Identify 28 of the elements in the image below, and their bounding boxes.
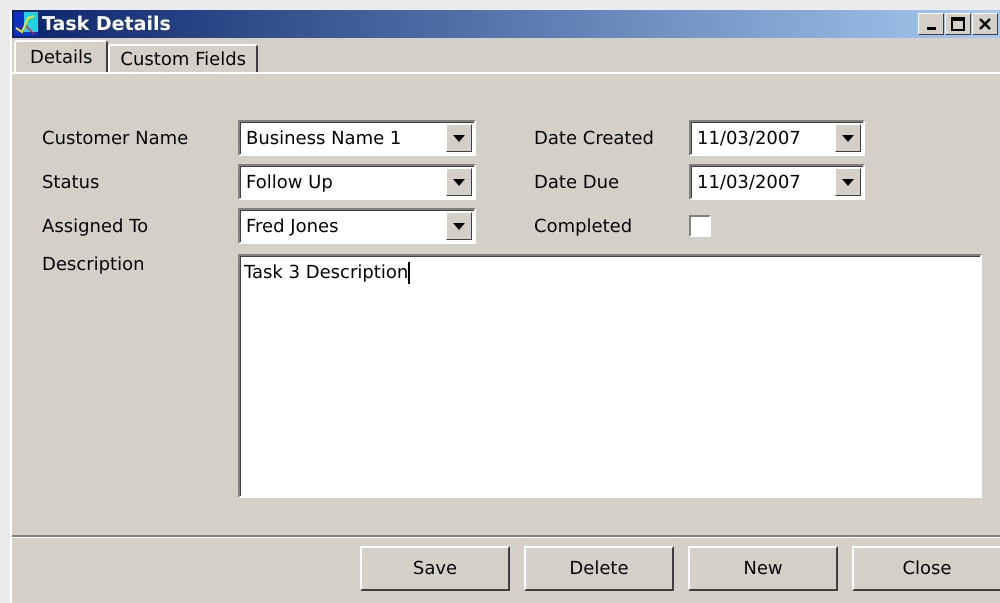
field-label: Completed — [534, 216, 634, 236]
minimize-icon — [926, 26, 936, 30]
date-field[interactable]: 11/03/2007 — [689, 120, 865, 156]
close-icon — [979, 18, 991, 30]
action-button[interactable]: New — [688, 546, 838, 591]
action-button[interactable]: Close — [852, 546, 1000, 591]
maximize-icon — [951, 17, 965, 31]
maximize-button[interactable] — [945, 13, 971, 35]
date-field[interactable]: 11/03/2007 — [689, 164, 865, 200]
field-label: Assigned To — [42, 216, 150, 236]
window-title: Task Details — [42, 13, 172, 35]
dropdown-field[interactable]: Follow Up — [238, 164, 476, 200]
field-label: Status — [42, 172, 100, 192]
minimize-button[interactable] — [918, 13, 944, 35]
action-button[interactable]: Delete — [524, 546, 674, 591]
close-button[interactable] — [972, 13, 998, 35]
field-label: Customer Name — [42, 128, 190, 148]
chart-icon — [14, 12, 38, 36]
field-label: Date Due — [534, 172, 620, 192]
tab[interactable]: Custom Fields — [108, 44, 258, 72]
checkbox[interactable] — [689, 215, 711, 237]
action-button[interactable]: Save — [360, 546, 510, 591]
field-label: Description — [42, 254, 146, 277]
dropdown-field[interactable]: Business Name 1 — [238, 120, 476, 156]
dropdown-field[interactable]: Fred Jones — [238, 208, 476, 244]
description-field[interactable]: Task 3 Description — [238, 254, 982, 498]
field-label: Date Created — [534, 128, 655, 148]
tab[interactable]: Details — [14, 40, 108, 72]
